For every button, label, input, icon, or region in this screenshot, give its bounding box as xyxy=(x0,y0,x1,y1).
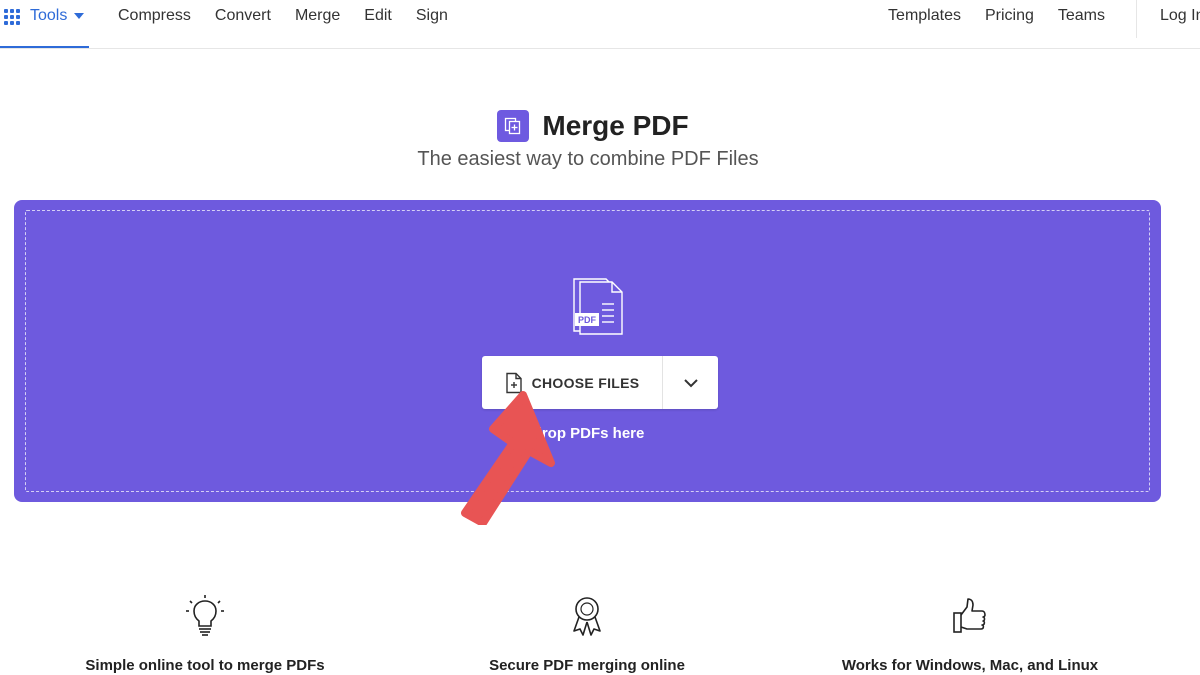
page-header: Merge PDF xyxy=(0,110,1200,142)
caret-down-icon xyxy=(74,13,85,19)
nav-link-compress[interactable]: Compress xyxy=(118,7,191,25)
nav-links: Compress Convert Merge Edit Sign xyxy=(118,7,472,25)
feature-simple: Simple online tool to merge PDFs xyxy=(55,595,355,674)
login-link[interactable]: Log In xyxy=(1160,7,1200,25)
award-ribbon-icon xyxy=(573,597,601,636)
tools-label: Tools xyxy=(30,7,68,24)
top-nav: Tools Compress Convert Merge Edit Sign T… xyxy=(0,0,1200,49)
feature-label: Secure PDF merging online xyxy=(489,657,685,674)
nav-link-teams[interactable]: Teams xyxy=(1058,7,1105,25)
nav-link-edit[interactable]: Edit xyxy=(364,7,392,25)
lightbulb-icon xyxy=(186,595,224,636)
chevron-down-icon xyxy=(683,378,698,387)
nav-link-templates[interactable]: Templates xyxy=(888,7,961,25)
pdf-files-icon: PDF xyxy=(573,278,623,335)
apps-grid-icon xyxy=(4,9,20,25)
nav-divider xyxy=(1136,0,1137,38)
page-subtitle: The easiest way to combine PDF Files xyxy=(417,148,759,170)
feature-cross-platform: Works for Windows, Mac, and Linux xyxy=(820,595,1120,674)
feature-secure: Secure PDF merging online xyxy=(437,595,737,674)
merge-pdf-icon xyxy=(497,110,530,142)
drop-hint-text: drop PDFs here xyxy=(532,425,645,442)
nav-link-sign[interactable]: Sign xyxy=(416,7,448,25)
nav-right-links: Templates Pricing Teams xyxy=(864,7,1105,25)
tools-menu-button[interactable]: Tools xyxy=(0,0,89,48)
feature-label: Works for Windows, Mac, and Linux xyxy=(841,657,1099,674)
nav-link-convert[interactable]: Convert xyxy=(215,7,271,25)
file-dropzone[interactable]: PDF CHOOSE FILES drop PDFs here xyxy=(14,200,1161,502)
page-title: Merge PDF xyxy=(542,110,689,141)
red-arrow-annotation xyxy=(461,391,555,525)
nav-link-pricing[interactable]: Pricing xyxy=(985,7,1034,25)
feature-label: Simple online tool to merge PDFs xyxy=(85,657,325,674)
thumbs-up-icon xyxy=(953,598,986,633)
svg-text:PDF: PDF xyxy=(578,315,597,325)
dropzone-dashed-border: PDF CHOOSE FILES drop PDFs here xyxy=(25,210,1150,492)
choose-files-dropdown-button[interactable] xyxy=(663,356,718,409)
nav-link-merge[interactable]: Merge xyxy=(295,7,340,25)
